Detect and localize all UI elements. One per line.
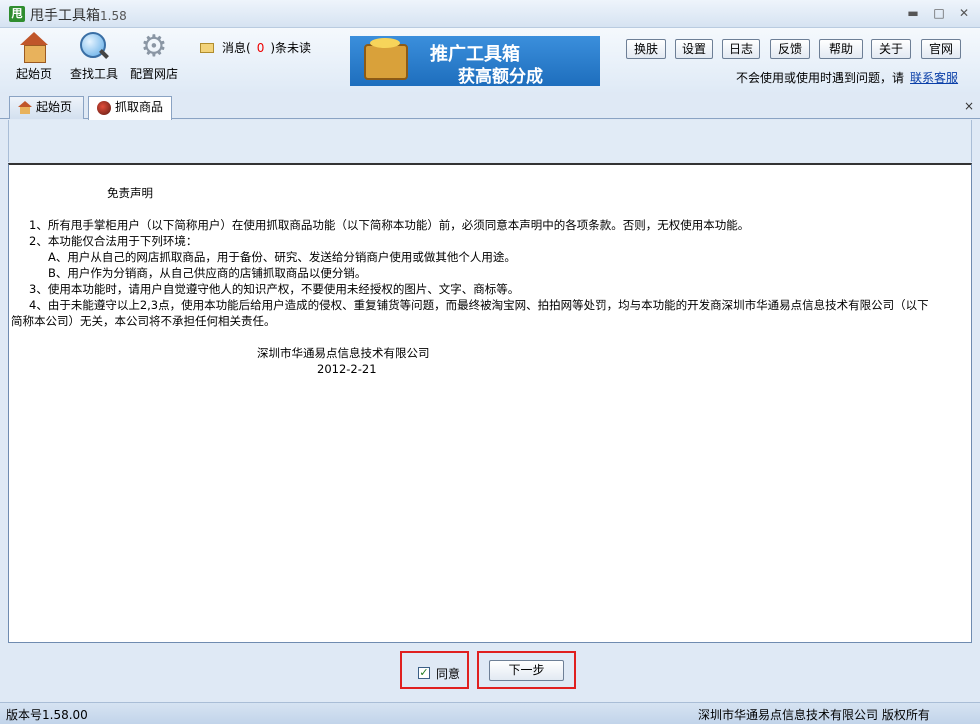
agree-highlight: ✓ 同意 — [400, 651, 469, 689]
about-button[interactable]: 关于 — [871, 39, 911, 59]
disclaimer-line: 简称本公司）无关，本公司将不承担任何相关责任。 — [11, 314, 276, 328]
contact-support-link[interactable]: 联系客服 — [910, 71, 958, 85]
home-icon — [19, 32, 49, 63]
agree-label[interactable]: 同意 — [436, 665, 460, 682]
app-version: 1.58 — [100, 9, 127, 23]
main-toolbar: 起始页 查找工具 ⚙ 配置网店 消息(0)条未读 推广工具箱 获高额分成 换肤 … — [0, 28, 980, 92]
promo-line-2: 获高额分成 — [458, 67, 543, 86]
disclaimer-line: 2、本功能仅合法用于下列环境： — [29, 234, 198, 248]
app-logo-icon: 甩 — [9, 6, 25, 22]
next-step-button[interactable]: 下一步 — [489, 660, 564, 681]
help-button[interactable]: 帮助 — [819, 39, 863, 59]
gear-icon: ⚙ — [140, 29, 168, 64]
magnifier-icon — [79, 32, 109, 62]
tab-bar: 起始页 抓取商品 — [0, 94, 980, 120]
grab-products-icon — [97, 101, 111, 115]
website-button[interactable]: 官网 — [921, 39, 961, 59]
action-bar: ✓ 同意 下一步 — [0, 643, 980, 701]
next-highlight: 下一步 — [477, 651, 576, 689]
feedback-button[interactable]: 反馈 — [770, 39, 810, 59]
disclaimer-line: 3、使用本功能时，请用户自觉遵守他人的知识产权，不要使用未经授权的图片、文字、商… — [29, 282, 520, 296]
tab-grab-products[interactable]: 抓取商品 — [88, 96, 172, 120]
tab-toolbar-area — [8, 120, 972, 162]
messages-prefix: 消息( — [222, 41, 251, 55]
help-hint-text: 不会使用或使用时遇到问题，请 — [736, 71, 905, 85]
unread-messages[interactable]: 消息( 0 )条未读 — [200, 39, 311, 56]
toolbar-find-tools-button[interactable]: 查找工具 — [68, 32, 120, 82]
settings-button[interactable]: 设置 — [675, 39, 713, 59]
minimize-button[interactable]: ▬ — [906, 6, 920, 20]
help-hint: 不会使用或使用时遇到问题，请 联系客服 — [736, 69, 958, 86]
tab-start-page-label: 起始页 — [36, 100, 73, 114]
agree-checkbox[interactable]: ✓ — [418, 667, 430, 679]
disclaimer-panel[interactable]: 免责声明 1、所有甩手掌柜用户（以下简称用户）在使用抓取商品功能（以下简称本功能… — [8, 163, 972, 643]
unread-count: 0 — [256, 41, 265, 55]
tab-start-page[interactable]: 起始页 — [9, 96, 84, 119]
toolbar-config-shop-button[interactable]: ⚙ 配置网店 — [128, 32, 180, 82]
disclaimer-line: B、用户作为分销商，从自己供应商的店铺抓取商品以便分销。 — [48, 266, 367, 280]
copyright-label: 深圳市华通易点信息技术有限公司 版权所有 — [698, 708, 930, 722]
disclaimer-line: A、用户从自己的网店抓取商品，用于备份、研究、发送给分销商户使用或做其他个人用途… — [48, 250, 516, 264]
disclaimer-line: 1、所有甩手掌柜用户（以下简称用户）在使用抓取商品功能（以下简称本功能）前，必须… — [29, 218, 750, 232]
log-button[interactable]: 日志 — [722, 39, 760, 59]
maximize-button[interactable]: □ — [932, 6, 946, 20]
promo-banner[interactable]: 推广工具箱 获高额分成 — [350, 36, 600, 86]
close-window-button[interactable]: ✕ — [957, 6, 971, 20]
disclaimer-title: 免责声明 — [107, 186, 153, 200]
window-title: 甩手工具箱1.58 — [30, 5, 127, 25]
tab-grab-products-label: 抓取商品 — [115, 100, 164, 114]
title-bar: 甩 甩手工具箱1.58 ▬ □ ✕ — [0, 0, 980, 28]
envelope-icon — [200, 43, 214, 53]
status-bar: 版本号1.58.00 深圳市华通易点信息技术有限公司 版权所有 — [0, 702, 980, 724]
close-tab-icon[interactable]: × — [964, 99, 974, 113]
disclaimer-company: 深圳市华通易点信息技术有限公司 — [257, 346, 430, 360]
treasure-chest-icon — [364, 38, 408, 80]
toolbar-config-shop-label: 配置网店 — [129, 67, 178, 81]
skin-button[interactable]: 换肤 — [626, 39, 666, 59]
app-name: 甩手工具箱 — [30, 8, 100, 24]
home-icon — [18, 101, 32, 114]
toolbar-home-label: 起始页 — [15, 67, 52, 81]
version-label: 版本号1.58.00 — [6, 708, 88, 722]
messages-suffix: )条未读 — [270, 41, 312, 55]
disclaimer-date: 2012-2-21 — [317, 362, 377, 376]
disclaimer-line: 4、由于未能遵守以上2,3点，使用本功能后给用户造成的侵权、重复铺货等问题，而最… — [29, 298, 929, 312]
toolbar-home-button[interactable]: 起始页 — [14, 32, 54, 82]
toolbar-find-tools-label: 查找工具 — [69, 67, 118, 81]
